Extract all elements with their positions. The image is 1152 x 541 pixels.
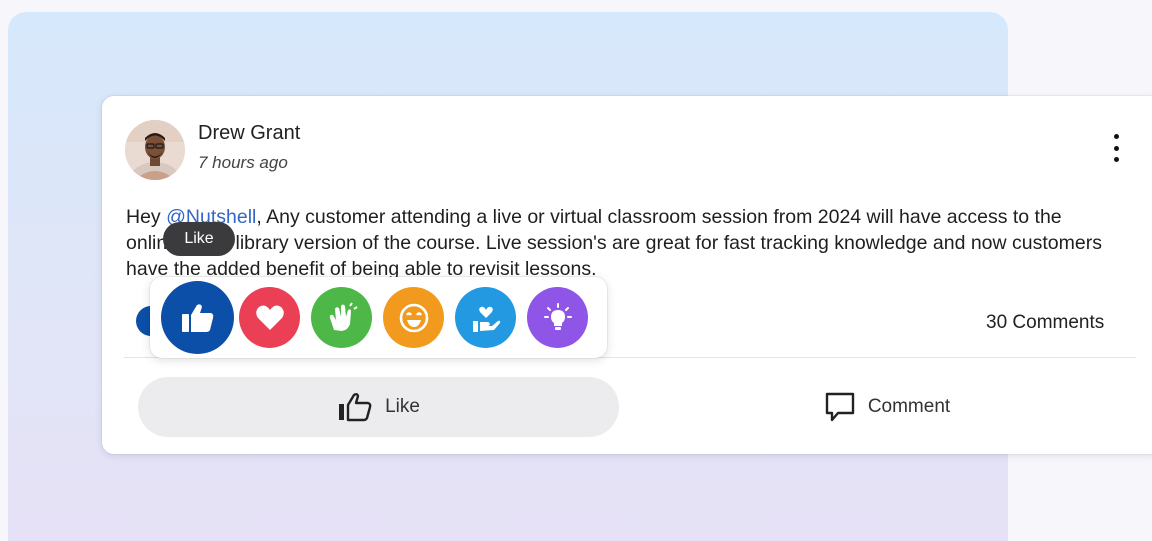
avatar[interactable]: [125, 120, 185, 180]
author-name[interactable]: Drew Grant: [198, 122, 300, 145]
comment-button[interactable]: Comment: [802, 377, 972, 437]
reaction-support[interactable]: [455, 287, 516, 348]
comment-icon: [825, 392, 855, 422]
thumbs-up-outline-icon: [339, 393, 372, 422]
reaction-funny[interactable]: [383, 287, 444, 348]
reaction-like[interactable]: [161, 281, 234, 354]
lightbulb-icon: [543, 302, 572, 330]
laughing-face-icon: [399, 303, 428, 332]
comments-count[interactable]: 30 Comments: [986, 312, 1104, 334]
comment-button-label: Comment: [867, 396, 951, 417]
post-card: Drew Grant 7 hours ago Hey @Nutshell, An…: [102, 96, 1152, 454]
avatar-image: [125, 120, 185, 180]
reaction-celebrate[interactable]: [311, 287, 372, 348]
post-text-body: , Any customer attending a live or virtu…: [126, 206, 1102, 278]
post-text-prefix: Hey: [126, 206, 167, 228]
more-options-icon[interactable]: [1108, 134, 1124, 162]
like-button-label: Like: [385, 396, 420, 417]
reaction-picker: [150, 277, 607, 358]
like-button[interactable]: Like: [138, 377, 619, 437]
thumbs-up-icon: [181, 303, 213, 332]
reaction-insightful[interactable]: [527, 287, 588, 348]
clapping-hands-icon: [329, 301, 358, 331]
heart-icon: [255, 305, 284, 330]
post-body: Hey @Nutshell, Any customer attending a …: [126, 204, 1106, 278]
reaction-love[interactable]: [239, 287, 300, 348]
heart-in-hand-icon: [472, 306, 500, 332]
post-timestamp: 7 hours ago: [198, 153, 288, 172]
reaction-tooltip: Like: [163, 222, 235, 256]
